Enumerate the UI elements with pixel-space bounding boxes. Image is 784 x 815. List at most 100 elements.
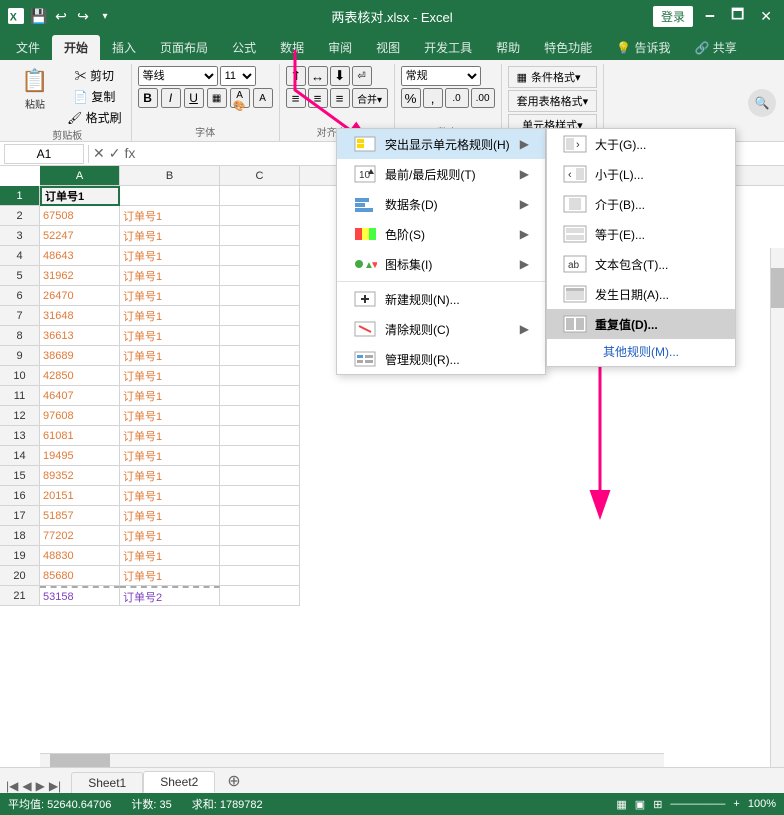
percent-button[interactable]: % bbox=[401, 88, 421, 108]
row-header-18[interactable]: 18 bbox=[0, 526, 40, 546]
sheet-tab-sheet1[interactable]: Sheet1 bbox=[71, 772, 143, 793]
minimize-button[interactable]: 🗕 bbox=[701, 4, 719, 28]
font-name-select[interactable]: 等线 bbox=[138, 66, 218, 86]
cell-c20[interactable] bbox=[220, 566, 300, 586]
menu-item-colorscale[interactable]: 色阶(S) ▶ bbox=[337, 219, 545, 249]
search-button[interactable]: 🔍 bbox=[748, 89, 776, 117]
menu-item-databar[interactable]: 数据条(D) ▶ bbox=[337, 189, 545, 219]
menu-item-clearrule[interactable]: 清除规则(C) ▶ bbox=[337, 314, 545, 344]
underline-button[interactable]: U bbox=[184, 88, 204, 108]
row-header-12[interactable]: 12 bbox=[0, 406, 40, 426]
cell-b11[interactable]: 订单号1 bbox=[120, 386, 220, 406]
row-header-5[interactable]: 5 bbox=[0, 266, 40, 286]
merge-button[interactable]: 合并▾ bbox=[352, 88, 388, 108]
align-left-button[interactable]: ≡ bbox=[286, 88, 306, 108]
hscroll-thumb[interactable] bbox=[50, 754, 110, 768]
tab-view[interactable]: 视图 bbox=[364, 35, 412, 60]
zoom-in-button[interactable]: + bbox=[733, 798, 739, 810]
cell-b2[interactable]: 订单号1 bbox=[120, 206, 220, 226]
cell-a10[interactable]: 42850 bbox=[40, 366, 120, 386]
redo-icon[interactable]: ↪ bbox=[74, 7, 92, 25]
conditional-format-button[interactable]: ▦ 条件格式▾ bbox=[508, 66, 598, 88]
view-pagebreak-icon[interactable]: ⊞ bbox=[653, 798, 662, 811]
submenu-equalto[interactable]: 等于(E)... bbox=[547, 219, 735, 249]
menu-item-highlight[interactable]: 突出显示单元格规则(H) ▶ bbox=[337, 129, 545, 159]
tab-share[interactable]: 🔗 共享 bbox=[682, 35, 748, 60]
view-layout-icon[interactable]: ▣ bbox=[635, 798, 645, 811]
sheet-nav-next[interactable]: ▶ bbox=[34, 779, 47, 793]
cell-c6[interactable] bbox=[220, 286, 300, 306]
cell-c18[interactable] bbox=[220, 526, 300, 546]
cell-c15[interactable] bbox=[220, 466, 300, 486]
cell-a16[interactable]: 20151 bbox=[40, 486, 120, 506]
row-header-9[interactable]: 9 bbox=[0, 346, 40, 366]
sheet-tab-sheet2[interactable]: Sheet2 bbox=[143, 771, 215, 793]
format-painter-button[interactable]: 🖌 格式刷 bbox=[64, 108, 125, 127]
row-header-1[interactable]: 1 bbox=[0, 186, 40, 206]
cell-b1[interactable] bbox=[120, 186, 220, 206]
menu-item-newrule[interactable]: 新建规则(N)... bbox=[337, 284, 545, 314]
qat-dropdown-icon[interactable]: ▾ bbox=[96, 7, 114, 25]
submenu-textcontains[interactable]: ab 文本包含(T)... bbox=[547, 249, 735, 279]
tab-help[interactable]: 帮助 bbox=[484, 35, 532, 60]
vertical-scrollbar[interactable] bbox=[770, 248, 784, 767]
align-center-button[interactable]: ≡ bbox=[308, 88, 328, 108]
cell-c5[interactable] bbox=[220, 266, 300, 286]
vscroll-thumb[interactable] bbox=[771, 268, 784, 308]
row-header-7[interactable]: 7 bbox=[0, 306, 40, 326]
login-button[interactable]: 登录 bbox=[653, 6, 693, 27]
format-as-table-button[interactable]: 套用表格格式▾ bbox=[508, 90, 598, 112]
cell-c3[interactable] bbox=[220, 226, 300, 246]
cell-b8[interactable]: 订单号1 bbox=[120, 326, 220, 346]
wrap-text-button[interactable]: ⏎ bbox=[352, 66, 372, 86]
row-header-15[interactable]: 15 bbox=[0, 466, 40, 486]
cell-a1[interactable]: 订单号1 bbox=[40, 186, 120, 206]
submenu-dateoccurring[interactable]: 发生日期(A)... bbox=[547, 279, 735, 309]
cell-b3[interactable]: 订单号1 bbox=[120, 226, 220, 246]
sheet-nav-last[interactable]: ▶| bbox=[47, 779, 63, 793]
cell-b14[interactable]: 订单号1 bbox=[120, 446, 220, 466]
cell-b19[interactable]: 订单号1 bbox=[120, 546, 220, 566]
tab-tellme[interactable]: 💡 告诉我 bbox=[604, 35, 682, 60]
tab-formulas[interactable]: 公式 bbox=[220, 35, 268, 60]
copy-button[interactable]: 📄 复制 bbox=[64, 87, 125, 106]
row-header-20[interactable]: 20 bbox=[0, 566, 40, 586]
menu-item-topbottom[interactable]: 10 最前/最后规则(T) ▶ bbox=[337, 159, 545, 189]
cell-b4[interactable]: 订单号1 bbox=[120, 246, 220, 266]
cell-b10[interactable]: 订单号1 bbox=[120, 366, 220, 386]
font-color-button[interactable]: A bbox=[253, 88, 273, 108]
insert-function-icon[interactable]: fx bbox=[124, 145, 135, 162]
save-icon[interactable]: 💾 bbox=[30, 7, 48, 25]
border-button[interactable]: ▦ bbox=[207, 88, 227, 108]
cell-a4[interactable]: 48643 bbox=[40, 246, 120, 266]
cell-c21[interactable] bbox=[220, 586, 300, 606]
cell-c8[interactable] bbox=[220, 326, 300, 346]
cell-c11[interactable] bbox=[220, 386, 300, 406]
cell-a6[interactable]: 26470 bbox=[40, 286, 120, 306]
undo-icon[interactable]: ↩ bbox=[52, 7, 70, 25]
tab-file[interactable]: 文件 bbox=[4, 35, 52, 60]
submenu-lessthan[interactable]: ‹ 小于(L)... bbox=[547, 159, 735, 189]
row-header-3[interactable]: 3 bbox=[0, 226, 40, 246]
cell-b7[interactable]: 订单号1 bbox=[120, 306, 220, 326]
menu-item-managerule[interactable]: 管理规则(R)... bbox=[337, 344, 545, 374]
cell-c4[interactable] bbox=[220, 246, 300, 266]
cell-c19[interactable] bbox=[220, 546, 300, 566]
cell-a9[interactable]: 38689 bbox=[40, 346, 120, 366]
cell-a13[interactable]: 61081 bbox=[40, 426, 120, 446]
tab-developer[interactable]: 开发工具 bbox=[412, 35, 484, 60]
col-header-b[interactable]: B bbox=[120, 166, 220, 185]
row-header-11[interactable]: 11 bbox=[0, 386, 40, 406]
cell-c13[interactable] bbox=[220, 426, 300, 446]
row-header-8[interactable]: 8 bbox=[0, 326, 40, 346]
tab-special[interactable]: 特色功能 bbox=[532, 35, 604, 60]
paste-button[interactable]: 📋 粘贴 bbox=[10, 66, 60, 113]
fill-color-button[interactable]: A🎨 bbox=[230, 88, 250, 108]
cell-a2[interactable]: 67508 bbox=[40, 206, 120, 226]
cell-a3[interactable]: 52247 bbox=[40, 226, 120, 246]
close-button[interactable]: ✕ bbox=[756, 8, 776, 25]
tab-home[interactable]: 开始 bbox=[52, 35, 100, 60]
cell-a20[interactable]: 85680 bbox=[40, 566, 120, 586]
row-header-19[interactable]: 19 bbox=[0, 546, 40, 566]
increase-decimal-button[interactable]: .0 bbox=[445, 88, 469, 108]
